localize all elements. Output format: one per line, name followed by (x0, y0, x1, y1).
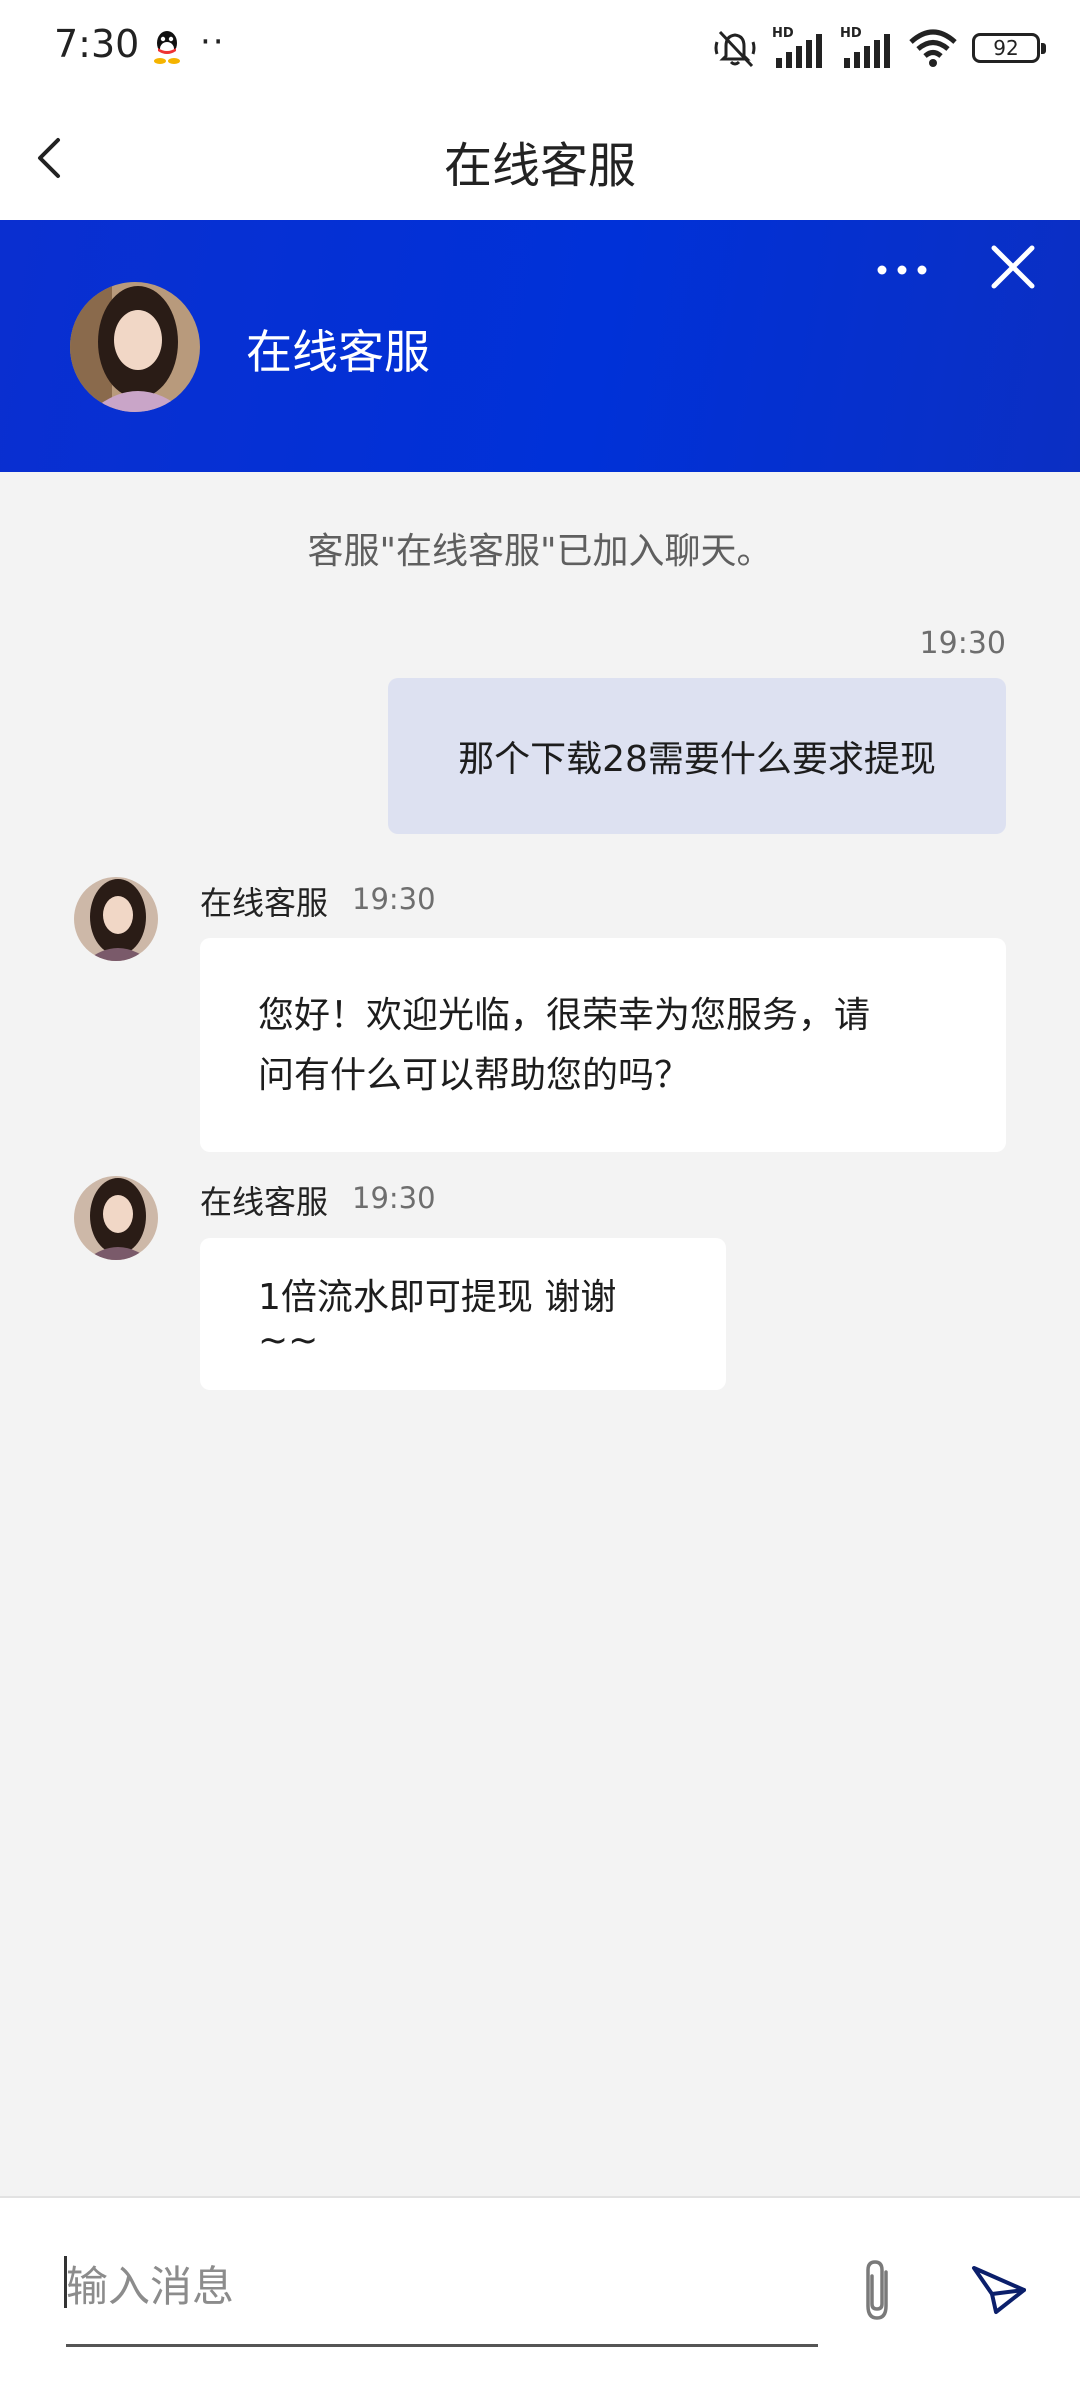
outgoing-bubble: 那个下载28需要什么要求提现 (388, 678, 1006, 834)
message-time: 19:30 (352, 882, 436, 916)
more-icon[interactable] (872, 250, 932, 290)
battery-icon: 92 (972, 33, 1046, 63)
title-bar: 在线客服 (0, 96, 1080, 220)
avatar (70, 282, 200, 412)
incoming-bubble: 1倍流水即可提现 谢谢~~ (200, 1238, 726, 1390)
input-underline (66, 2344, 818, 2347)
close-icon[interactable] (988, 242, 1038, 292)
message-line: 您好！欢迎光临，很荣幸为您服务，请 (258, 995, 871, 1036)
agent-banner: 在线客服 (0, 220, 1080, 472)
signal-icon: HD (772, 26, 826, 70)
message-line: 问有什么可以帮助您的吗？ (258, 1055, 691, 1096)
agent-name: 在线客服 (200, 1183, 329, 1221)
status-dots: ·· (200, 22, 226, 62)
input-bar (0, 2196, 1080, 2400)
send-icon[interactable] (968, 2262, 1030, 2318)
message-time: 19:30 (352, 1181, 436, 1215)
message-line: 1倍流水即可提现 谢谢~~ (258, 1276, 617, 1361)
chat-screen: 7:30 ·· HD HD 92 在线客服 在线客服 客服"在线客服"已加入聊天… (0, 0, 1080, 2400)
status-time: 7:30 (54, 22, 140, 66)
system-message: 客服"在线客服"已加入聊天。 (307, 531, 773, 572)
banner-agent-name: 在线客服 (246, 325, 430, 379)
avatar (74, 877, 158, 961)
status-icons: HD HD 92 (712, 26, 1046, 70)
outgoing-text: 那个下载28需要什么要求提现 (458, 739, 936, 780)
message-input[interactable] (66, 2250, 818, 2322)
attach-icon[interactable] (852, 2256, 902, 2326)
wifi-icon (909, 29, 957, 67)
qq-icon (154, 31, 180, 64)
avatar (74, 1176, 158, 1260)
battery-level: 92 (993, 36, 1019, 60)
agent-name: 在线客服 (200, 884, 329, 922)
page-title: 在线客服 (443, 138, 636, 194)
signal-icon-2: HD (840, 26, 894, 70)
status-bar: 7:30 ·· HD HD 92 (0, 0, 1080, 96)
outgoing-time: 19:30 (919, 626, 1006, 661)
incoming-bubble: 您好！欢迎光临，很荣幸为您服务，请 问有什么可以帮助您的吗？ (200, 938, 1006, 1152)
mute-icon (714, 30, 756, 68)
